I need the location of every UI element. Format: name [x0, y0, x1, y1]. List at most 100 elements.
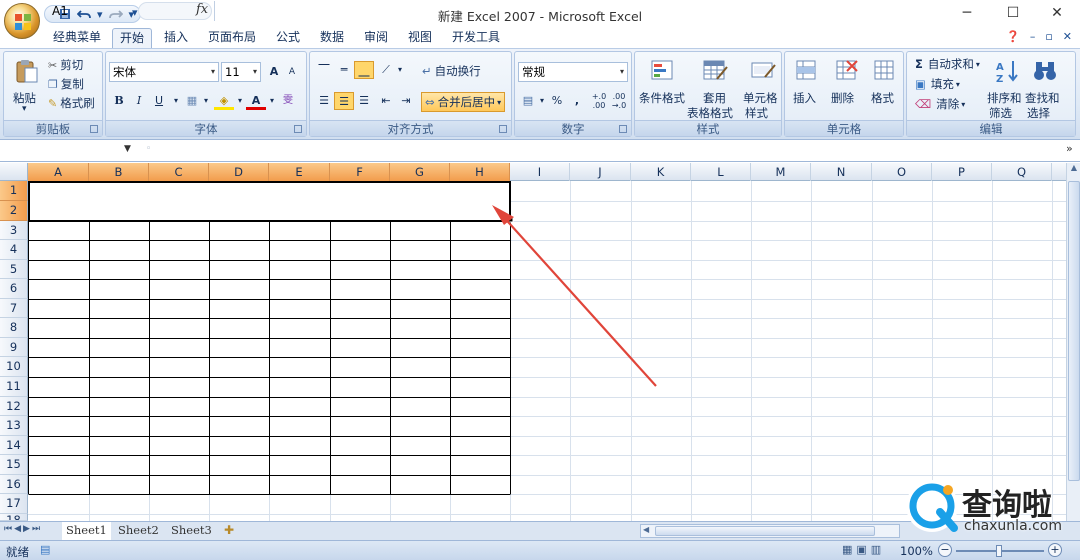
row-header-15[interactable]: 15	[0, 455, 28, 475]
office-button[interactable]	[4, 3, 40, 39]
vertical-scroll-thumb[interactable]	[1068, 181, 1080, 481]
autosum-button[interactable]: Σ 自动求和 ▾	[915, 56, 980, 72]
column-header-n[interactable]: N	[811, 163, 872, 181]
horizontal-scrollbar[interactable]: ◀	[640, 524, 900, 538]
macro-record-icon[interactable]: ▤	[40, 543, 50, 556]
expand-formula-bar-icon[interactable]: »	[1066, 142, 1073, 155]
format-cells-icon[interactable]	[871, 57, 899, 85]
decrease-indent-icon[interactable]: ⇤	[376, 92, 396, 110]
row-header-6[interactable]: 6	[0, 279, 28, 299]
orientation-dropdown-icon[interactable]: ▾	[390, 61, 410, 79]
format-cells-label[interactable]: 格式	[871, 90, 894, 106]
find-select-label-1[interactable]: 查找和	[1025, 90, 1060, 106]
sort-filter-icon[interactable]: AZ	[993, 57, 1021, 85]
column-header-o[interactable]: O	[872, 163, 932, 181]
row-header-3[interactable]: 3	[0, 221, 28, 240]
phonetic-icon[interactable]: 雯	[278, 92, 298, 110]
column-header-q[interactable]: Q	[992, 163, 1052, 181]
ribbon-restore-icon[interactable]: ▫	[1045, 30, 1052, 43]
decrease-decimal-button[interactable]: .00 →.0	[609, 92, 629, 110]
percent-button[interactable]: %	[547, 92, 567, 110]
worksheet-grid[interactable]	[28, 181, 1066, 521]
row-header-10[interactable]: 10	[0, 357, 28, 377]
table-format-label-1[interactable]: 套用	[703, 90, 726, 106]
row-header-11[interactable]: 11	[0, 377, 28, 397]
delete-cells-label[interactable]: 删除	[831, 90, 854, 106]
row-header-18[interactable]: 18	[0, 514, 28, 521]
column-header-p[interactable]: P	[932, 163, 992, 181]
increase-indent-icon[interactable]: ⇥	[396, 92, 416, 110]
row-header-7[interactable]: 7	[0, 299, 28, 318]
column-header-m[interactable]: M	[751, 163, 811, 181]
column-header-i[interactable]: I	[510, 163, 570, 181]
binoculars-icon[interactable]	[1031, 57, 1059, 85]
format-painter-button[interactable]: ✎ 格式刷	[48, 95, 95, 111]
cell-styles-label-1[interactable]: 单元格	[743, 90, 778, 106]
row-header-17[interactable]: 17	[0, 494, 28, 514]
ribbon-minimize-icon[interactable]: –	[1030, 30, 1036, 43]
tab-view[interactable]: 视图	[402, 28, 438, 48]
column-header-j[interactable]: J	[570, 163, 631, 181]
column-header-c[interactable]: C	[149, 163, 209, 181]
conditional-format-label[interactable]: 条件格式	[639, 90, 685, 106]
align-bottom-icon[interactable]: ⎽	[354, 61, 374, 79]
sheet-tab-1[interactable]: Sheet1	[62, 522, 111, 540]
copy-button[interactable]: ❐ 复制	[48, 76, 84, 92]
tab-insert[interactable]: 插入	[158, 28, 194, 48]
sheet-tab-2[interactable]: Sheet2	[114, 522, 163, 540]
italic-button[interactable]: I	[129, 92, 149, 110]
insert-sheet-icon[interactable]: ✚	[224, 523, 234, 537]
row-header-8[interactable]: 8	[0, 318, 28, 338]
fill-button[interactable]: ▣ 填充 ▾	[915, 76, 960, 92]
tab-data[interactable]: 数据	[314, 28, 350, 48]
row-header-12[interactable]: 12	[0, 397, 28, 416]
select-all-corner[interactable]	[0, 163, 28, 181]
column-header-f[interactable]: F	[330, 163, 390, 181]
zoom-slider-thumb[interactable]	[996, 545, 1002, 557]
ribbon-close-icon[interactable]: ✕	[1063, 30, 1072, 43]
sort-filter-label-1[interactable]: 排序和	[987, 90, 1022, 106]
merged-cell-a1-h2[interactable]	[28, 181, 511, 222]
tab-page-layout[interactable]: 页面布局	[202, 28, 262, 48]
tab-review[interactable]: 审阅	[358, 28, 394, 48]
sheet-nav-icons[interactable]: ⏮◀▶⏭	[4, 524, 42, 534]
column-header-b[interactable]: B	[89, 163, 149, 181]
cut-button[interactable]: ✂ 剪切	[48, 57, 83, 73]
font-size-combo[interactable]: 11 ▾	[221, 62, 261, 82]
borders-dropdown-icon[interactable]: ▾	[196, 92, 216, 110]
align-left-icon[interactable]: ☰	[314, 92, 334, 110]
alignment-dialog-launcher[interactable]	[499, 125, 507, 133]
column-header-e[interactable]: E	[269, 163, 330, 181]
row-header-13[interactable]: 13	[0, 416, 28, 436]
align-right-icon[interactable]: ☰	[354, 92, 374, 110]
column-header-a[interactable]: A	[28, 163, 89, 181]
zoom-level[interactable]: 100%	[900, 544, 933, 558]
row-header-9[interactable]: 9	[0, 338, 28, 357]
row-header-4[interactable]: 4	[0, 240, 28, 260]
table-format-icon[interactable]	[701, 57, 729, 85]
wrap-text-button[interactable]: ↵ 自动换行	[422, 63, 481, 79]
help-icon[interactable]: ❓	[1006, 30, 1020, 43]
number-dialog-launcher[interactable]	[619, 125, 627, 133]
sort-filter-label-2[interactable]: 筛选	[989, 105, 1012, 121]
cell-styles-icon[interactable]	[749, 57, 777, 85]
row-header-16[interactable]: 16	[0, 475, 28, 494]
column-header-d[interactable]: D	[209, 163, 269, 181]
column-header-g[interactable]: G	[390, 163, 450, 181]
tab-classic-menu[interactable]: 经典菜单	[46, 28, 108, 48]
cell-styles-label-2[interactable]: 样式	[745, 105, 768, 121]
font-name-combo[interactable]: 宋体 ▾	[109, 62, 219, 82]
tab-formulas[interactable]: 公式	[270, 28, 306, 48]
vertical-scrollbar[interactable]: ▲	[1066, 163, 1080, 521]
number-format-combo[interactable]: 常规 ▾	[518, 62, 628, 82]
formula-bar-handle-icon[interactable]: ◦	[146, 144, 151, 154]
align-middle-icon[interactable]: ═	[334, 61, 354, 79]
view-mode-icons[interactable]: ▦▣▥	[842, 543, 885, 556]
name-box-dropdown-icon[interactable]: ▼	[124, 144, 131, 154]
insert-cells-label[interactable]: 插入	[793, 90, 816, 106]
row-header-1[interactable]: 1	[0, 181, 28, 201]
find-select-label-2[interactable]: 选择	[1027, 105, 1050, 121]
comma-button[interactable]: ,	[567, 92, 587, 110]
zoom-out-button[interactable]: −	[938, 543, 952, 557]
row-header-5[interactable]: 5	[0, 260, 28, 279]
